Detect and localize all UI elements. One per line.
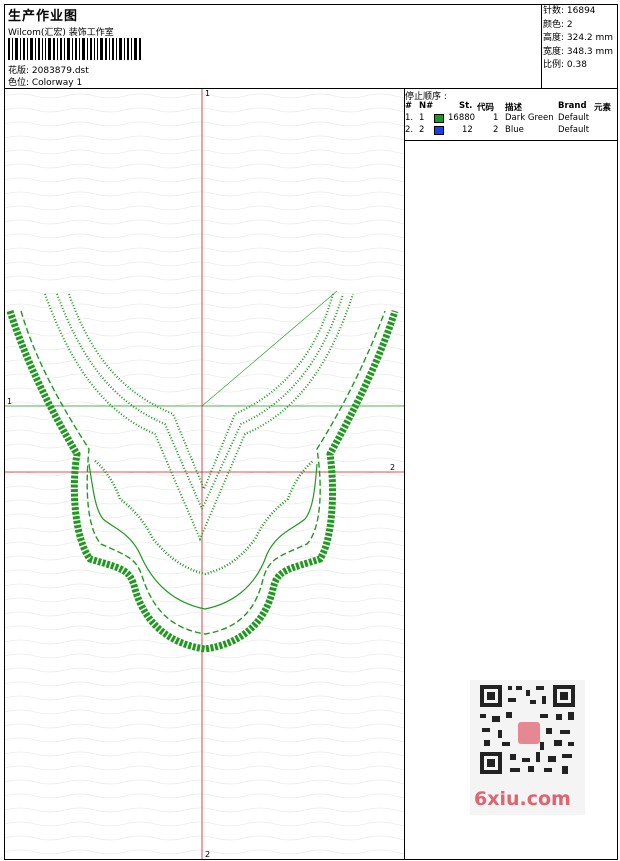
col-code: 代码 — [477, 103, 495, 113]
row-brand: Default — [558, 125, 590, 135]
table-row: 2. 2 12 2 Blue Default — [405, 125, 618, 137]
color-swatch — [434, 126, 444, 135]
design-stats: 针数: 16894 颜色: 2 高度: 324.2 mm 宽度: 348.3 m… — [543, 5, 617, 73]
watermark-text: 6xiu.com — [474, 788, 571, 810]
stat-height: 高度: 324.2 mm — [543, 33, 614, 43]
row-index: 2. — [405, 125, 414, 135]
col-index: # — [405, 101, 413, 111]
design-preview: 1 2 1 2 — [5, 89, 404, 859]
barcode-image — [8, 38, 141, 60]
row-number: 2 — [419, 125, 425, 135]
stat-scale: 比例: 0.38 — [543, 60, 587, 70]
axis-label-right: 2 — [390, 463, 395, 472]
axis-label-top: 1 — [205, 89, 210, 98]
row-code: 2 — [493, 125, 499, 135]
row-code: 1 — [493, 113, 499, 123]
company-name: Wilcom(汇宏) 装饰工作室 — [8, 28, 114, 38]
axis-label-bottom: 2 — [205, 850, 210, 859]
row-description: Blue — [505, 125, 524, 135]
header: 生产作业图 Wilcom(汇宏) 装饰工作室 花版: 2083879.dst 色… — [5, 5, 541, 88]
page-title: 生产作业图 — [8, 9, 79, 24]
color-swatch — [434, 114, 444, 123]
stat-width: 宽度: 348.3 mm — [543, 46, 614, 57]
col-brand: Brand — [558, 101, 587, 111]
row-brand: Default — [558, 113, 590, 123]
row-description: Dark Green — [505, 113, 554, 123]
stop-sequence-table: # N# St. 代码 描述 Brand 元素 1. 1 16880 1 Dar… — [405, 101, 618, 137]
col-element: 元素 — [594, 103, 612, 113]
table-header: # N# St. 代码 描述 Brand 元素 — [405, 101, 618, 113]
table-row: 1. 1 16880 1 Dark Green Default — [405, 113, 618, 125]
table-bottom-rule — [405, 140, 618, 141]
col-stitches: St. — [459, 101, 473, 111]
stamp-logo — [518, 722, 540, 744]
row-stitches: 16880 — [448, 113, 476, 123]
stat-colors: 颜色: 2 — [543, 19, 573, 30]
row-stitches: 12 — [462, 125, 473, 135]
axis-label-left: 1 — [7, 397, 12, 406]
col-number: N# — [419, 101, 434, 111]
col-description: 描述 — [505, 103, 523, 113]
stat-stitches: 针数: 16894 — [543, 6, 596, 16]
colorway-label: 色位: Colorway 1 — [8, 78, 83, 88]
row-index: 1. — [405, 113, 414, 123]
header-divider — [541, 5, 542, 88]
row-number: 1 — [419, 113, 425, 123]
